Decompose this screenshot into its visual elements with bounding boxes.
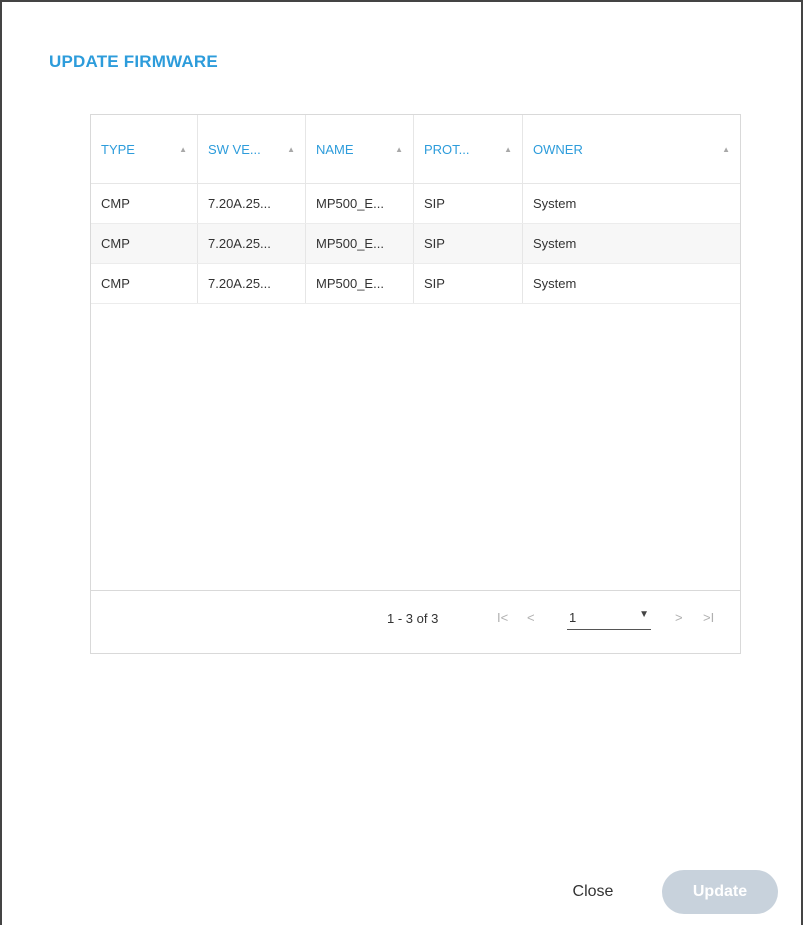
cell-name: MP500_E... — [306, 224, 414, 263]
cell-protocol: SIP — [414, 264, 523, 303]
column-header-sw-version[interactable]: SW VE... ▲ — [198, 115, 306, 183]
cell-owner: System — [533, 276, 577, 291]
page-number-value: 1 — [569, 610, 577, 625]
cell-type: CMP — [91, 264, 198, 303]
pagination-range: 1 - 3 of 3 — [387, 611, 439, 626]
sort-ascending-icon[interactable]: ▲ — [287, 145, 295, 154]
table-body: CMP 7.20A.25... MP500_E... SIP System CM… — [91, 184, 740, 304]
cell-sw-version: 7.20A.25... — [198, 184, 306, 223]
cell-protocol: SIP — [414, 224, 523, 263]
column-label: NAME — [316, 141, 354, 157]
cell-owner: System — [533, 236, 577, 251]
sort-ascending-icon[interactable]: ▲ — [395, 145, 403, 154]
previous-page-icon[interactable]: < — [527, 610, 535, 625]
update-firmware-dialog: UPDATE FIRMWARE TYPE ▲ SW VE... ▲ NAME ▲… — [0, 0, 803, 925]
first-page-icon[interactable]: I< — [497, 610, 508, 625]
column-label: TYPE — [101, 141, 135, 157]
column-header-name[interactable]: NAME ▲ — [306, 115, 414, 183]
column-label: PROT... — [424, 141, 470, 157]
dialog-title: UPDATE FIRMWARE — [49, 52, 218, 71]
pagination-bar: 1 - 3 of 3 I< < 1 ▼ > >I — [91, 590, 740, 653]
sort-ascending-icon[interactable]: ▲ — [179, 145, 187, 154]
sort-ascending-icon[interactable]: ▲ — [504, 145, 512, 154]
cell-sw-version: 7.20A.25... — [198, 224, 306, 263]
column-label: OWNER — [533, 141, 583, 157]
cell-type: CMP — [91, 224, 198, 263]
table-row[interactable]: CMP 7.20A.25... MP500_E... SIP System — [91, 264, 740, 304]
cell-sw-version: 7.20A.25... — [198, 264, 306, 303]
last-page-icon[interactable]: >I — [703, 610, 714, 625]
firmware-table: TYPE ▲ SW VE... ▲ NAME ▲ PROT... ▲ OWNER… — [90, 114, 741, 654]
cell-owner: System — [533, 196, 577, 211]
page-number-select[interactable]: 1 ▼ — [567, 607, 651, 630]
cell-type: CMP — [91, 184, 198, 223]
column-label: SW VE... — [208, 141, 261, 157]
cell-name: MP500_E... — [306, 184, 414, 223]
table-row[interactable]: CMP 7.20A.25... MP500_E... SIP System — [91, 224, 740, 264]
table-header: TYPE ▲ SW VE... ▲ NAME ▲ PROT... ▲ OWNER… — [91, 115, 740, 184]
close-button[interactable]: Close — [562, 870, 624, 914]
table-row[interactable]: CMP 7.20A.25... MP500_E... SIP System — [91, 184, 740, 224]
column-header-protocol[interactable]: PROT... ▲ — [414, 115, 523, 183]
sort-ascending-icon[interactable]: ▲ — [722, 145, 730, 154]
column-header-owner[interactable]: OWNER ▲ — [523, 115, 740, 183]
next-page-icon[interactable]: > — [675, 610, 683, 625]
cell-name: MP500_E... — [306, 264, 414, 303]
cell-protocol: SIP — [414, 184, 523, 223]
update-button[interactable]: Update — [662, 870, 778, 914]
dropdown-caret-icon: ▼ — [639, 609, 649, 620]
column-header-type[interactable]: TYPE ▲ — [91, 115, 198, 183]
